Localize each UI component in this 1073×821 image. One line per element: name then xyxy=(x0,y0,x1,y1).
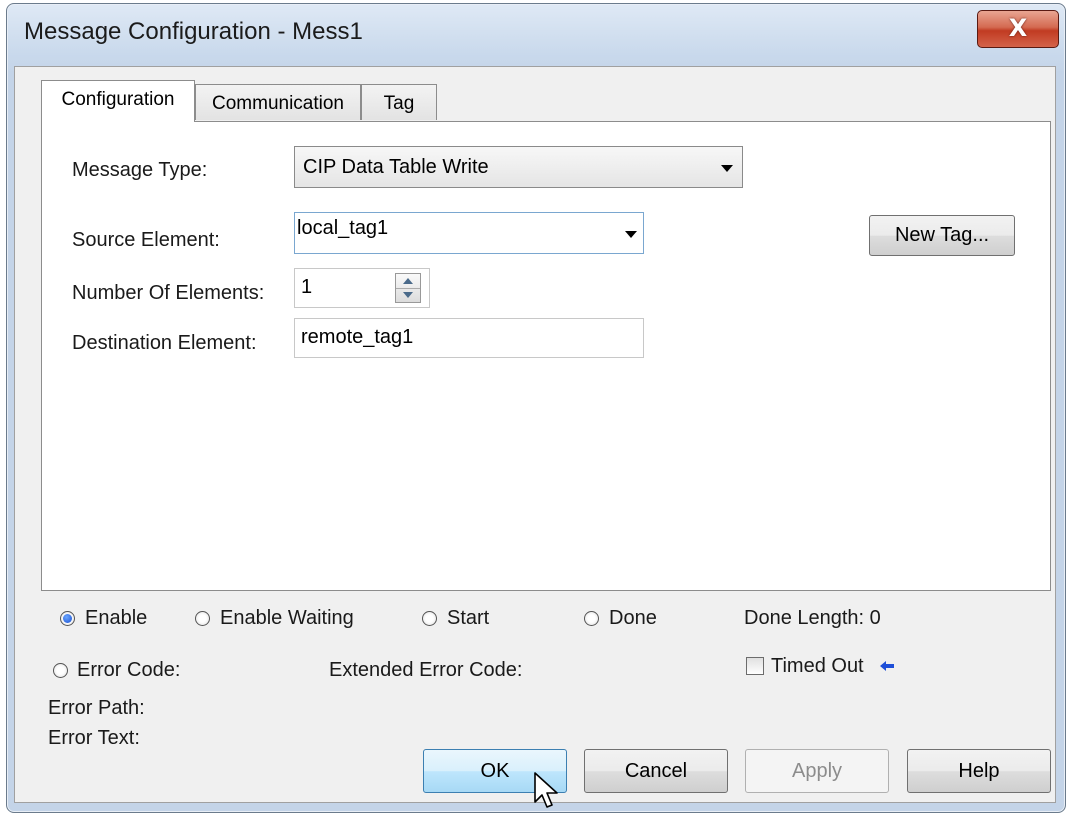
close-button[interactable]: X xyxy=(977,10,1059,48)
number-of-elements-value: 1 xyxy=(301,276,313,298)
cancel-button[interactable]: Cancel xyxy=(584,749,728,793)
message-type-label: Message Type: xyxy=(72,159,208,181)
enable-label: Enable xyxy=(85,607,148,629)
title-bar[interactable]: Message Configuration - Mess1 X xyxy=(7,4,1065,66)
source-element-label: Source Element: xyxy=(72,229,220,251)
destination-element-label: Destination Element: xyxy=(72,332,257,354)
extended-error-code-label: Extended Error Code: xyxy=(329,659,523,681)
number-of-elements-input[interactable]: 1 xyxy=(294,268,430,308)
window-title: Message Configuration - Mess1 xyxy=(24,18,363,45)
apply-button[interactable]: Apply xyxy=(745,749,889,793)
help-button[interactable]: Help xyxy=(907,749,1051,793)
source-element-value: local_tag1 xyxy=(297,217,389,239)
timed-out-label: Timed Out xyxy=(771,655,864,677)
done-radio xyxy=(584,611,599,626)
start-radio xyxy=(422,611,437,626)
error-text-label: Error Text: xyxy=(48,727,140,749)
tab-communication[interactable]: Communication xyxy=(195,84,361,120)
dialog-client-area: Configuration Communication Tag Message … xyxy=(14,66,1056,808)
error-code-radio xyxy=(53,663,68,678)
enable-waiting-label: Enable Waiting xyxy=(220,607,354,629)
tab-configuration[interactable]: Configuration xyxy=(41,80,195,122)
mouse-cursor-icon xyxy=(534,772,558,808)
dialog-window: Message Configuration - Mess1 X Configur… xyxy=(6,3,1066,813)
chevron-down-icon xyxy=(625,231,637,238)
spinner-arrows-icon[interactable] xyxy=(395,273,421,303)
destination-element-value: remote_tag1 xyxy=(301,326,414,348)
chevron-down-icon xyxy=(721,165,733,172)
message-type-dropdown[interactable]: CIP Data Table Write xyxy=(294,146,743,188)
timed-out-checkbox xyxy=(746,657,764,675)
done-length-label: Done Length: 0 xyxy=(744,607,881,629)
error-code-label: Error Code: xyxy=(77,659,181,681)
configuration-panel: Message Type: CIP Data Table Write Sourc… xyxy=(41,121,1051,591)
done-label: Done xyxy=(609,607,657,629)
enable-waiting-radio xyxy=(195,611,210,626)
error-path-label: Error Path: xyxy=(48,697,145,719)
new-tag-button[interactable]: New Tag... xyxy=(869,215,1015,256)
arrow-left-icon xyxy=(880,661,894,671)
enable-radio xyxy=(60,611,75,626)
start-label: Start xyxy=(447,607,490,629)
message-type-value: CIP Data Table Write xyxy=(303,156,489,178)
tab-tag[interactable]: Tag xyxy=(361,84,437,120)
destination-element-input[interactable]: remote_tag1 xyxy=(294,318,644,358)
number-of-elements-label: Number Of Elements: xyxy=(72,282,265,304)
close-icon: X xyxy=(1008,14,1028,42)
source-element-combobox[interactable]: local_tag1 xyxy=(294,212,644,254)
